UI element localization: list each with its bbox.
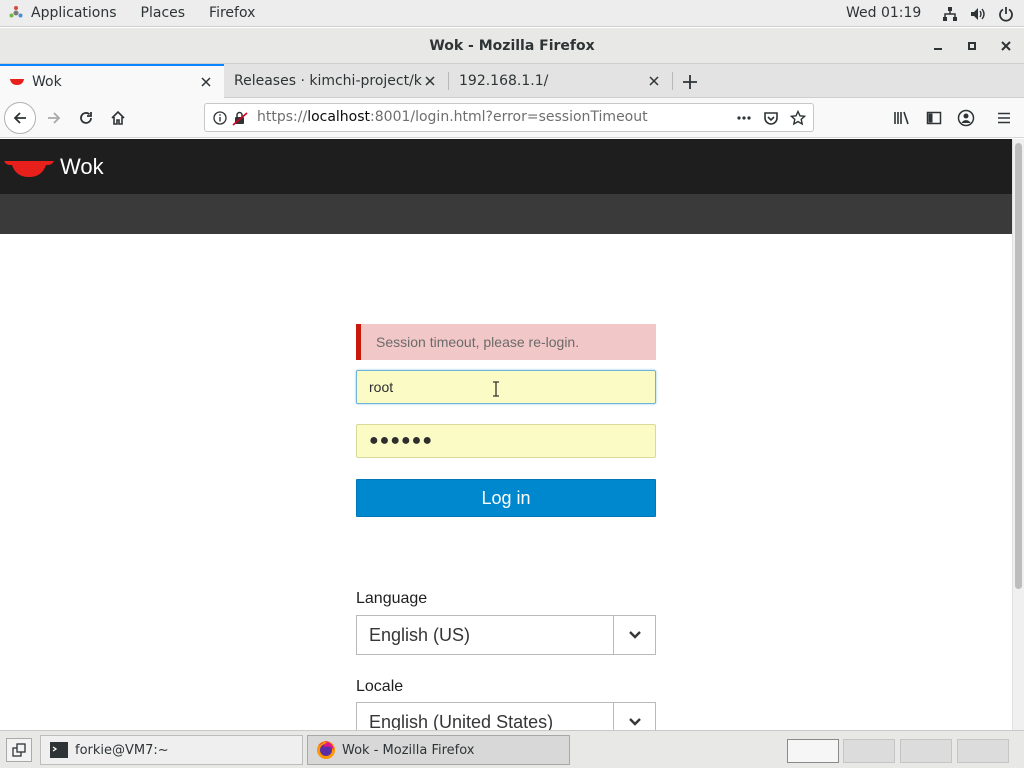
scrollbar-thumb[interactable] — [1015, 143, 1022, 589]
tab-router[interactable]: 192.168.1.1/ — [449, 64, 672, 98]
language-select-value: English (US) — [369, 625, 471, 645]
window-titlebar[interactable]: Wok - Mozilla Firefox — [0, 28, 1024, 64]
locale-label: Locale — [356, 678, 404, 695]
url-host: localhost — [307, 109, 371, 125]
firefox-app-menu[interactable]: Firefox — [197, 0, 267, 27]
language-label: Language — [356, 590, 428, 607]
back-button[interactable] — [4, 102, 36, 134]
session-timeout-alert: Session timeout, please re-login. — [356, 324, 656, 360]
tab-releases[interactable]: Releases · kimchi-project/kim — [224, 64, 448, 98]
maximize-button[interactable] — [962, 36, 982, 56]
maximize-icon — [968, 42, 976, 50]
home-button[interactable] — [104, 104, 132, 132]
wok-brand-title: Wok — [60, 154, 104, 179]
firefox-app-menu-label: Firefox — [209, 5, 256, 21]
workspace-2[interactable] — [843, 739, 895, 763]
chevron-down-icon[interactable] — [613, 616, 655, 654]
url-text[interactable]: https://localhost:8001/login.html?error=… — [257, 104, 648, 131]
tab-label: Releases · kimchi-project/kim — [234, 73, 422, 89]
gnome-top-bar: Applications Places Firefox Wed 01:19 — [0, 0, 1024, 27]
close-window-button[interactable] — [996, 36, 1016, 56]
account-icon — [957, 109, 975, 127]
workspace-1[interactable] — [787, 739, 839, 763]
locale-select[interactable]: English (United States) — [356, 702, 656, 730]
chevron-down-icon[interactable] — [613, 703, 655, 730]
new-tab-button[interactable] — [680, 72, 700, 92]
library-icon — [894, 111, 909, 125]
workspace-4[interactable] — [957, 739, 1009, 763]
locale-select-value: English (United States) — [369, 712, 554, 730]
show-desktop-icon — [12, 743, 26, 757]
forward-button[interactable] — [40, 104, 68, 132]
forward-arrow-icon — [48, 112, 61, 124]
insecure-lock-icon[interactable] — [231, 109, 249, 127]
wok-header: Wok — [0, 139, 1012, 194]
places-menu[interactable]: Places — [129, 0, 198, 27]
applications-icon — [9, 6, 23, 18]
plus-icon — [683, 75, 697, 89]
minimize-icon — [934, 48, 942, 50]
firefox-icon — [317, 741, 335, 759]
language-select[interactable]: English (US) — [356, 615, 656, 655]
terminal-icon — [50, 742, 68, 758]
system-status-area[interactable] — [942, 0, 1014, 27]
taskbar-terminal[interactable]: forkie@VM7:~ — [40, 735, 303, 765]
tab-bar: Wok Releases · kimchi-project/kim 192.16… — [0, 64, 1024, 98]
hamburger-icon — [998, 112, 1010, 124]
taskbar-firefox[interactable]: Wok - Mozilla Firefox — [307, 735, 570, 765]
home-icon — [111, 110, 125, 125]
reload-icon — [80, 112, 92, 124]
text-cursor-icon — [493, 381, 499, 397]
taskbar-terminal-label: forkie@VM7:~ — [75, 742, 169, 758]
navigation-toolbar: https://localhost:8001/login.html?error=… — [0, 98, 1024, 138]
username-field[interactable]: root — [356, 370, 656, 404]
back-arrow-icon — [13, 112, 26, 124]
library-button[interactable] — [888, 104, 916, 132]
wok-favicon-icon — [10, 79, 24, 85]
close-tab-icon[interactable] — [646, 73, 662, 89]
network-icon[interactable] — [942, 6, 958, 22]
pocket-icon[interactable] — [762, 109, 780, 127]
tab-separator — [672, 72, 673, 90]
wok-subheader — [0, 194, 1012, 234]
applications-menu[interactable]: Applications — [0, 0, 129, 27]
applications-menu-label: Applications — [31, 5, 117, 21]
reload-button[interactable] — [72, 104, 100, 132]
tab-label: Wok — [32, 74, 62, 90]
account-button[interactable] — [952, 104, 980, 132]
window-list-taskbar: forkie@VM7:~ Wok - Mozilla Firefox — [0, 730, 1024, 768]
show-desktop-button[interactable] — [6, 738, 32, 762]
close-tab-icon[interactable] — [422, 73, 438, 89]
clock[interactable]: Wed 01:19 — [846, 0, 921, 27]
window-title: Wok - Mozilla Firefox — [429, 38, 595, 54]
page-content: Wok Session timeout, please re-login. ro… — [0, 139, 1012, 730]
close-icon — [1001, 41, 1011, 51]
url-scheme: https:// — [257, 109, 308, 125]
tab-label: 192.168.1.1/ — [459, 73, 549, 89]
places-menu-label: Places — [140, 5, 186, 21]
login-button[interactable]: Log in — [356, 479, 656, 517]
close-tab-icon[interactable] — [198, 74, 214, 90]
wok-logo-icon — [4, 161, 54, 177]
taskbar-firefox-label: Wok - Mozilla Firefox — [342, 742, 475, 758]
url-path: :8001/login.html?error=sessionTimeout — [370, 109, 648, 125]
volume-icon[interactable] — [970, 6, 986, 22]
workspace-3[interactable] — [900, 739, 952, 763]
power-icon[interactable] — [998, 6, 1014, 22]
url-bar[interactable]: https://localhost:8001/login.html?error=… — [204, 103, 814, 132]
menu-button[interactable] — [990, 104, 1018, 132]
page-scrollbar[interactable] — [1012, 139, 1024, 730]
page-info-icon[interactable] — [211, 109, 229, 127]
sidebar-icon — [926, 111, 942, 125]
alert-message: Session timeout, please re-login. — [376, 334, 580, 350]
password-field[interactable]: ●●●●●● — [356, 424, 656, 458]
page-actions-icon[interactable] — [735, 109, 753, 127]
sidebar-button[interactable] — [920, 104, 948, 132]
bookmark-star-icon[interactable] — [789, 109, 807, 127]
tab-wok[interactable]: Wok — [0, 64, 224, 98]
minimize-button[interactable] — [928, 36, 948, 56]
